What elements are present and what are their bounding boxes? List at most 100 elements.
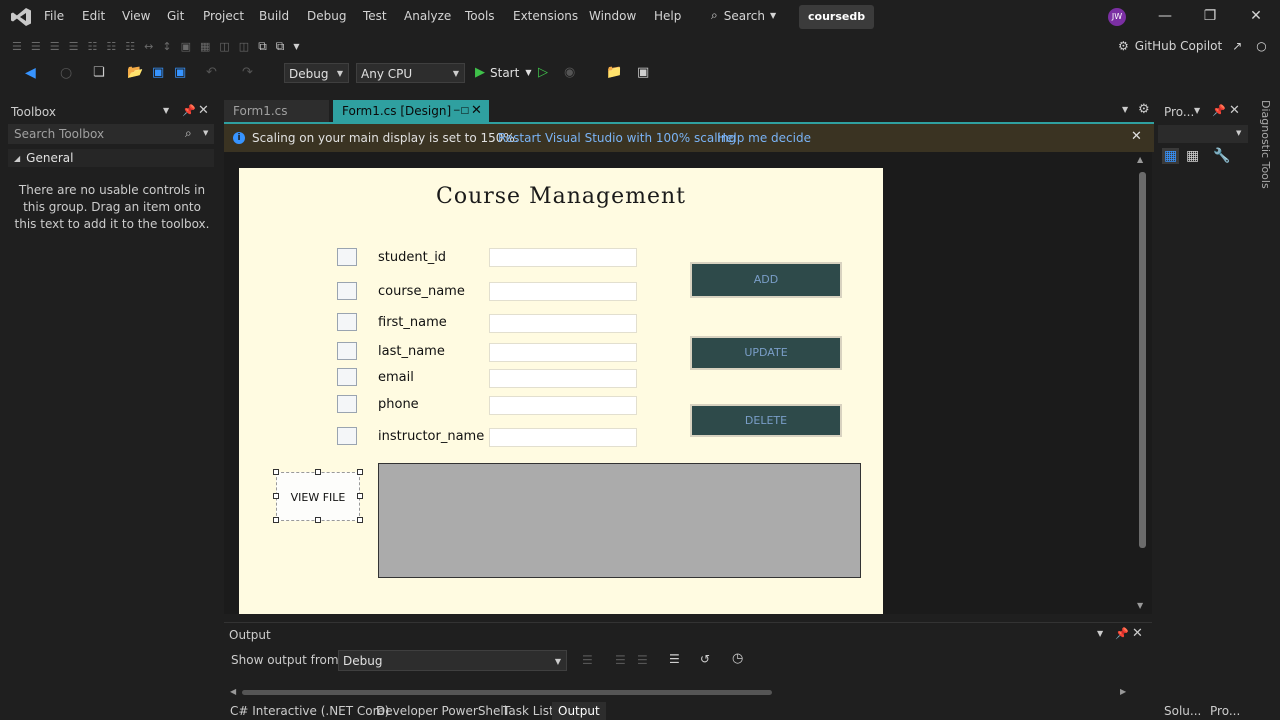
vertical-spacing-icon[interactable]: ◫ [239,40,249,53]
close-icon[interactable]: ✕ [1131,129,1142,144]
align-grid-icon[interactable]: ☰ [12,40,22,53]
add-button[interactable]: ADD [690,262,842,298]
resize-handle[interactable] [273,517,279,523]
email-input[interactable] [489,369,637,388]
tab-csharp-interactive[interactable]: C# Interactive (.NET Core) [230,702,389,720]
course-name-input[interactable] [489,282,637,301]
solution-folder-icon[interactable]: 📁 [606,65,622,80]
scroll-down-icon[interactable]: ▼ [1137,601,1143,610]
instructor-name-input[interactable] [489,428,637,447]
redo-icon[interactable]: ↷ [242,65,253,80]
phone-input[interactable] [489,396,637,415]
scrollbar-thumb[interactable] [242,690,772,695]
scroll-left-icon[interactable]: ◀ [230,687,236,696]
bring-to-front-icon[interactable]: ⧉ [258,39,267,54]
same-height-icon[interactable]: ↕ [162,40,171,53]
tab-form1-cs[interactable]: Form1.cs [224,100,329,122]
close-icon[interactable]: ✕ [1229,103,1240,118]
previous-message-icon[interactable]: ☰ [615,653,626,667]
menu-file[interactable]: File [44,9,64,23]
resize-handle[interactable] [315,469,321,475]
scrollbar-thumb[interactable] [1139,172,1146,548]
configuration-dropdown[interactable]: Debug ▼ [284,63,349,83]
menu-test[interactable]: Test [363,9,387,23]
pin-icon[interactable]: 📌 [1212,104,1226,117]
minimize-icon[interactable]: — [1156,8,1174,24]
menu-project[interactable]: Project [203,9,244,23]
platform-dropdown[interactable]: Any CPU ▼ [356,63,465,83]
close-icon[interactable]: ✕ [1132,626,1143,641]
menu-debug[interactable]: Debug [307,9,346,23]
toolbox-group-general[interactable]: ◢ General [8,149,214,167]
scroll-up-icon[interactable]: ▲ [1137,155,1143,164]
save-all-icon[interactable]: ▣ [174,65,186,80]
resize-handle[interactable] [273,469,279,475]
pin-icon[interactable]: 📌 [182,104,196,117]
property-pages-icon[interactable]: 🔧 [1213,148,1230,164]
open-folder-icon[interactable]: 📂 [127,65,143,80]
same-width-icon[interactable]: ↔ [144,40,153,53]
share-icon[interactable]: ↗ [1232,39,1242,53]
start-without-debugging-icon[interactable]: ▷ [538,65,548,80]
restart-scaling-link[interactable]: Restart Visual Studio with 100% scaling [498,131,736,145]
tab-developer-powershell[interactable]: Developer PowerShell [376,702,507,720]
navigate-back-icon[interactable]: ◀ [25,65,36,81]
delete-button[interactable]: DELETE [690,404,842,437]
last-name-input[interactable] [489,343,637,362]
categorized-icon[interactable]: ▦ [1162,148,1180,164]
menu-tools[interactable]: Tools [465,9,495,23]
align-bottom-icon[interactable]: ☷ [125,40,135,53]
menu-git[interactable]: Git [167,9,184,23]
toolbar-overflow-icon[interactable]: ▼ [293,42,299,51]
panel-menu-icon[interactable]: ▼ [1097,629,1103,638]
find-message-icon[interactable]: ☰ [582,653,593,667]
chevron-down-icon[interactable]: ▼ [203,129,208,137]
panel-menu-icon[interactable]: ▼ [163,106,169,115]
tab-list-dropdown-icon[interactable]: ▼ [1122,105,1128,114]
output-horizontal-scrollbar[interactable]: ◀ ▶ [230,687,1134,697]
search-box[interactable]: ⌕ Search ▼ [711,8,776,23]
close-icon[interactable]: ✕ [198,103,209,118]
data-grid-view[interactable] [378,463,861,578]
student-id-input[interactable] [489,248,637,267]
clear-all-icon[interactable]: ☰ [669,652,680,666]
navigate-forward-icon[interactable]: ○ [60,65,72,81]
close-window-icon[interactable]: ✕ [1247,8,1265,24]
alphabetical-icon[interactable]: ▦ [1186,148,1199,164]
github-copilot-button[interactable]: ⚙ GitHub Copilot ↗ ○ [1118,39,1267,53]
view-file-button[interactable]: VIEW FILE [276,472,360,521]
feedback-icon[interactable]: ○ [1256,39,1266,53]
resize-handle[interactable] [273,493,279,499]
menu-help[interactable]: Help [654,9,681,23]
next-message-icon[interactable]: ☰ [637,653,648,667]
hot-reload-icon[interactable]: ◉ [564,65,575,80]
user-avatar[interactable]: JW [1108,8,1126,26]
align-right-icon[interactable]: ☰ [69,40,79,53]
menu-view[interactable]: View [122,9,150,23]
output-source-dropdown[interactable]: Debug ▼ [338,650,567,671]
horizontal-spacing-icon[interactable]: ◫ [219,40,229,53]
start-button[interactable]: ▶ Start ▼ [475,65,531,80]
first-name-input[interactable] [489,314,637,333]
restore-icon[interactable]: ❐ [1201,8,1219,24]
tab-properties[interactable]: Pro... [1210,702,1240,720]
clock-icon[interactable]: ◷ [732,651,743,666]
tab-solution-explorer[interactable]: Solu... [1164,702,1201,720]
menu-extensions[interactable]: Extensions [513,9,578,23]
resize-handle[interactable] [315,517,321,523]
same-size-icon[interactable]: ▣ [181,40,191,53]
menu-edit[interactable]: Edit [82,9,105,23]
align-center-icon[interactable]: ☰ [50,40,60,53]
tab-output[interactable]: Output [552,702,606,720]
undo-icon[interactable]: ↶ [206,65,217,80]
solution-name-badge[interactable]: coursedb [799,5,875,29]
menu-analyze[interactable]: Analyze [404,9,451,23]
resize-handle[interactable] [357,517,363,523]
help-me-decide-link[interactable]: Help me decide [717,131,811,145]
panel-menu-icon[interactable]: ▼ [1194,106,1200,115]
scroll-right-icon[interactable]: ▶ [1120,687,1126,696]
align-top-icon[interactable]: ☷ [88,40,98,53]
close-tab-icon[interactable]: ✕ [471,100,482,122]
search-icon[interactable]: ⌕ [185,126,192,141]
pin-icon[interactable]: −□ [453,100,469,122]
